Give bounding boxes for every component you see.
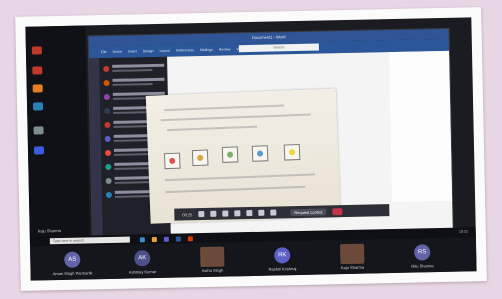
participant-tile[interactable]: Astha Singh: [182, 246, 243, 275]
ribbon-tab[interactable]: Home: [113, 50, 122, 54]
participant-video: [200, 246, 225, 268]
handwriting: [164, 104, 285, 112]
taskbar-search-input[interactable]: Type here to search: [49, 236, 130, 245]
document-page: [389, 50, 453, 203]
drawing-fruit: [256, 150, 264, 157]
avatar: [105, 163, 112, 171]
request-control-button[interactable]: Request control: [290, 207, 327, 216]
taskbar-app-icon[interactable]: [187, 236, 193, 242]
ribbon-tab[interactable]: Mailings: [200, 48, 213, 52]
avatar: [103, 93, 110, 101]
app-icon[interactable]: [32, 84, 43, 93]
avatar: [104, 149, 112, 157]
taskbar-app-icon[interactable]: [163, 236, 169, 242]
mic-icon[interactable]: [210, 210, 217, 217]
participant-video: [340, 243, 365, 265]
avatar: RS: [414, 244, 431, 261]
ribbon-tab[interactable]: Design: [143, 49, 154, 53]
participant-name: Kaju Sharma: [340, 264, 365, 271]
list-item[interactable]: [103, 77, 165, 90]
raise-hand-icon[interactable]: [246, 209, 253, 217]
avatar: AK: [134, 250, 151, 267]
avatar: AS: [64, 251, 81, 268]
chat-icon[interactable]: [258, 209, 265, 216]
handwriting: [167, 125, 258, 132]
avatar: [104, 107, 111, 115]
ribbon-tab[interactable]: References: [176, 48, 194, 52]
presenter-name: Kaju Sharma: [37, 228, 61, 234]
ribbon-tab[interactable]: File: [101, 50, 107, 54]
drawing-fruit: [226, 151, 234, 158]
taskbar-app-icon[interactable]: [139, 237, 145, 243]
handwriting: [165, 185, 306, 194]
handwriting: [160, 113, 311, 122]
avatar: [105, 191, 112, 199]
participant-tile[interactable]: RK Rashiti Krishnaj: [252, 245, 313, 274]
screen: Document1 - Word File Home Insert Design…: [25, 17, 477, 281]
chat-preview-bar: [112, 69, 153, 72]
ribbon-tab[interactable]: Review: [219, 47, 231, 51]
taskbar-app-icon[interactable]: [175, 236, 181, 242]
handwriting: [164, 173, 315, 182]
camera-icon[interactable]: [198, 210, 205, 218]
photo-frame: Document1 - Word File Home Insert Design…: [15, 7, 487, 291]
app-icon[interactable]: [31, 46, 42, 55]
drawing-box: [221, 146, 239, 163]
ribbon-tab[interactable]: Insert: [128, 49, 137, 53]
list-item[interactable]: [103, 63, 165, 76]
participant-name: Rashiti Krishnaj: [268, 266, 297, 272]
avatar: [104, 121, 111, 129]
participant-tile[interactable]: AK Ashmay Kumar: [112, 248, 173, 277]
shared-drawing: [145, 88, 341, 224]
drawing-box: [191, 149, 209, 167]
app-icon[interactable]: [33, 126, 44, 135]
participant-tile[interactable]: AS Aman Singh Parmanik: [42, 249, 103, 278]
taskbar-app-icon[interactable]: [151, 236, 157, 243]
avatar: RK: [274, 247, 291, 264]
avatar: [103, 65, 110, 73]
drawing-fruit: [197, 154, 204, 161]
chat-name-bar: [112, 77, 165, 82]
app-icon[interactable]: [32, 66, 43, 75]
avatar: [103, 79, 110, 87]
more-icon[interactable]: [234, 210, 241, 217]
drawing-box: [283, 143, 301, 161]
drawing-box: [251, 145, 269, 162]
participant-tile[interactable]: Kaju Sharma: [322, 243, 383, 272]
avatar: [104, 135, 111, 143]
participant-name: Aman Singh Parmanik: [52, 270, 93, 277]
app-icon[interactable]: [32, 102, 44, 111]
participant-name: Ashmay Kumar: [128, 269, 157, 275]
drawing-fruit: [288, 149, 296, 156]
call-timer: 00:25: [182, 211, 193, 217]
people-icon[interactable]: [270, 209, 277, 216]
drawing-box: [163, 152, 181, 170]
taskbar-clock: 15:22: [458, 229, 468, 234]
drawing-fruit: [169, 157, 176, 165]
hangup-icon[interactable]: [332, 207, 343, 215]
app-icon[interactable]: [33, 146, 45, 155]
chat-preview-bar: [112, 83, 153, 86]
share-icon[interactable]: [222, 210, 229, 217]
participant-name: Astha Singh: [201, 267, 224, 274]
desktop-strip: [25, 25, 90, 237]
avatar: [105, 177, 112, 185]
chat-name-bar: [112, 63, 165, 68]
participant-name: Ritu Sharma: [411, 263, 434, 269]
participant-tile[interactable]: RS Ritu Sharma: [392, 242, 453, 271]
ribbon-tab[interactable]: Layout: [160, 49, 171, 53]
